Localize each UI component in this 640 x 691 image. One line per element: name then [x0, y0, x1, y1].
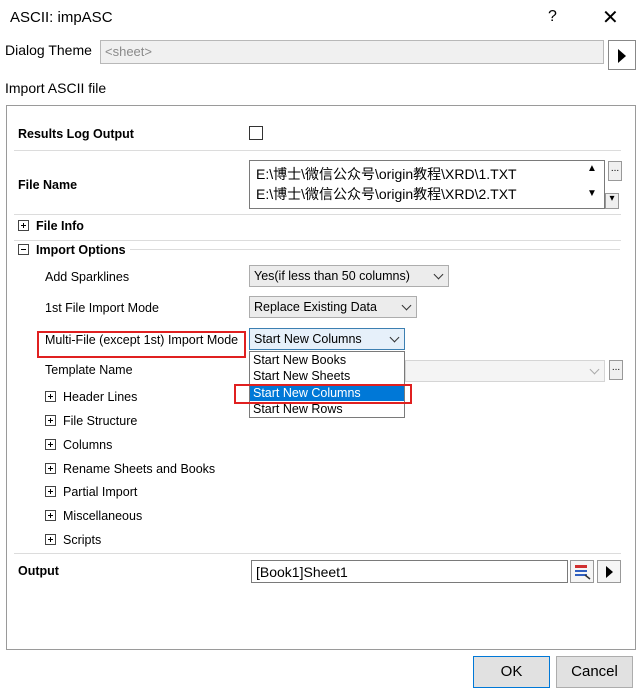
subsection-columns[interactable]: Columns [63, 438, 112, 452]
template-name-label: Template Name [45, 363, 133, 377]
subsection-miscellaneous[interactable]: Miscellaneous [63, 509, 142, 523]
expand-icon[interactable] [45, 534, 56, 545]
subsection-file-structure[interactable]: File Structure [63, 414, 137, 428]
theme-menu-arrow-icon[interactable] [608, 40, 636, 70]
template-name-select [405, 360, 605, 382]
scroll-up-icon[interactable]: ▲ [587, 163, 597, 174]
file-name-label: File Name [18, 178, 78, 192]
highlight-box [234, 384, 412, 404]
subsection-header-lines[interactable]: Header Lines [63, 390, 137, 404]
first-file-mode-select[interactable]: Replace Existing Data [249, 296, 417, 318]
expand-icon[interactable] [45, 439, 56, 450]
expand-icon[interactable] [18, 220, 29, 231]
import-options-label[interactable]: Import Options [36, 243, 126, 257]
subsection-partial-import[interactable]: Partial Import [63, 485, 137, 499]
multi-file-mode-select[interactable]: Start New Columns [249, 328, 405, 350]
select-range-icon[interactable] [570, 560, 594, 583]
output-menu-arrow-icon[interactable] [597, 560, 621, 583]
output-input[interactable]: [Book1]Sheet1 [251, 560, 568, 583]
output-label: Output [18, 564, 59, 578]
section-title: Import ASCII file [5, 80, 107, 96]
subsection-scripts[interactable]: Scripts [63, 533, 101, 547]
dropdown-option[interactable]: Start New Books [250, 352, 404, 368]
expand-icon[interactable] [45, 415, 56, 426]
row-divider [14, 553, 621, 554]
expand-icon[interactable] [45, 463, 56, 474]
file-name-list[interactable]: E:\博士\微信公众号\origin教程\XRD\1.TXT E:\博士\微信公… [249, 160, 605, 209]
add-sparklines-label: Add Sparklines [45, 270, 130, 284]
dialog-theme-label: Dialog Theme [5, 42, 92, 58]
first-file-mode-label: 1st File Import Mode [45, 301, 159, 315]
title-bar: ASCII: impASC ? ✕ [0, 0, 640, 36]
subsection-rename[interactable]: Rename Sheets and Books [63, 462, 215, 476]
results-log-checkbox[interactable] [249, 126, 263, 140]
window-title: ASCII: impASC [10, 9, 113, 26]
row-divider [14, 150, 621, 151]
chevron-down-icon [401, 300, 412, 311]
file-browse-button[interactable]: ... [608, 161, 622, 181]
file-expand-button[interactable]: ▾ [605, 193, 619, 209]
ok-button[interactable]: OK [473, 656, 550, 688]
dropdown-option[interactable]: Start New Sheets [250, 368, 404, 384]
scroll-down-icon[interactable]: ▼ [587, 188, 597, 199]
group-line [130, 249, 620, 250]
expand-icon[interactable] [45, 486, 56, 497]
chevron-down-icon [433, 269, 444, 280]
close-icon[interactable]: ✕ [602, 5, 619, 30]
chevron-down-icon [589, 364, 600, 375]
file-entry: E:\博士\微信公众号\origin教程\XRD\1.TXT [256, 166, 517, 182]
add-sparklines-select[interactable]: Yes(if less than 50 columns) [249, 265, 449, 287]
highlight-box [37, 331, 246, 358]
dialog-theme-combo[interactable]: <sheet> [100, 40, 604, 64]
cancel-button[interactable]: Cancel [556, 656, 633, 688]
results-log-label: Results Log Output [18, 127, 134, 141]
file-entry: E:\博士\微信公众号\origin教程\XRD\2.TXT [256, 186, 517, 202]
expand-icon[interactable] [45, 510, 56, 521]
template-browse-button: ... [609, 360, 623, 380]
row-divider [14, 240, 621, 241]
file-info-label[interactable]: File Info [36, 219, 84, 233]
row-divider [14, 214, 621, 215]
expand-icon[interactable] [45, 391, 56, 402]
collapse-icon[interactable] [18, 244, 29, 255]
chevron-down-icon [389, 332, 400, 343]
help-icon[interactable]: ? [548, 8, 557, 26]
